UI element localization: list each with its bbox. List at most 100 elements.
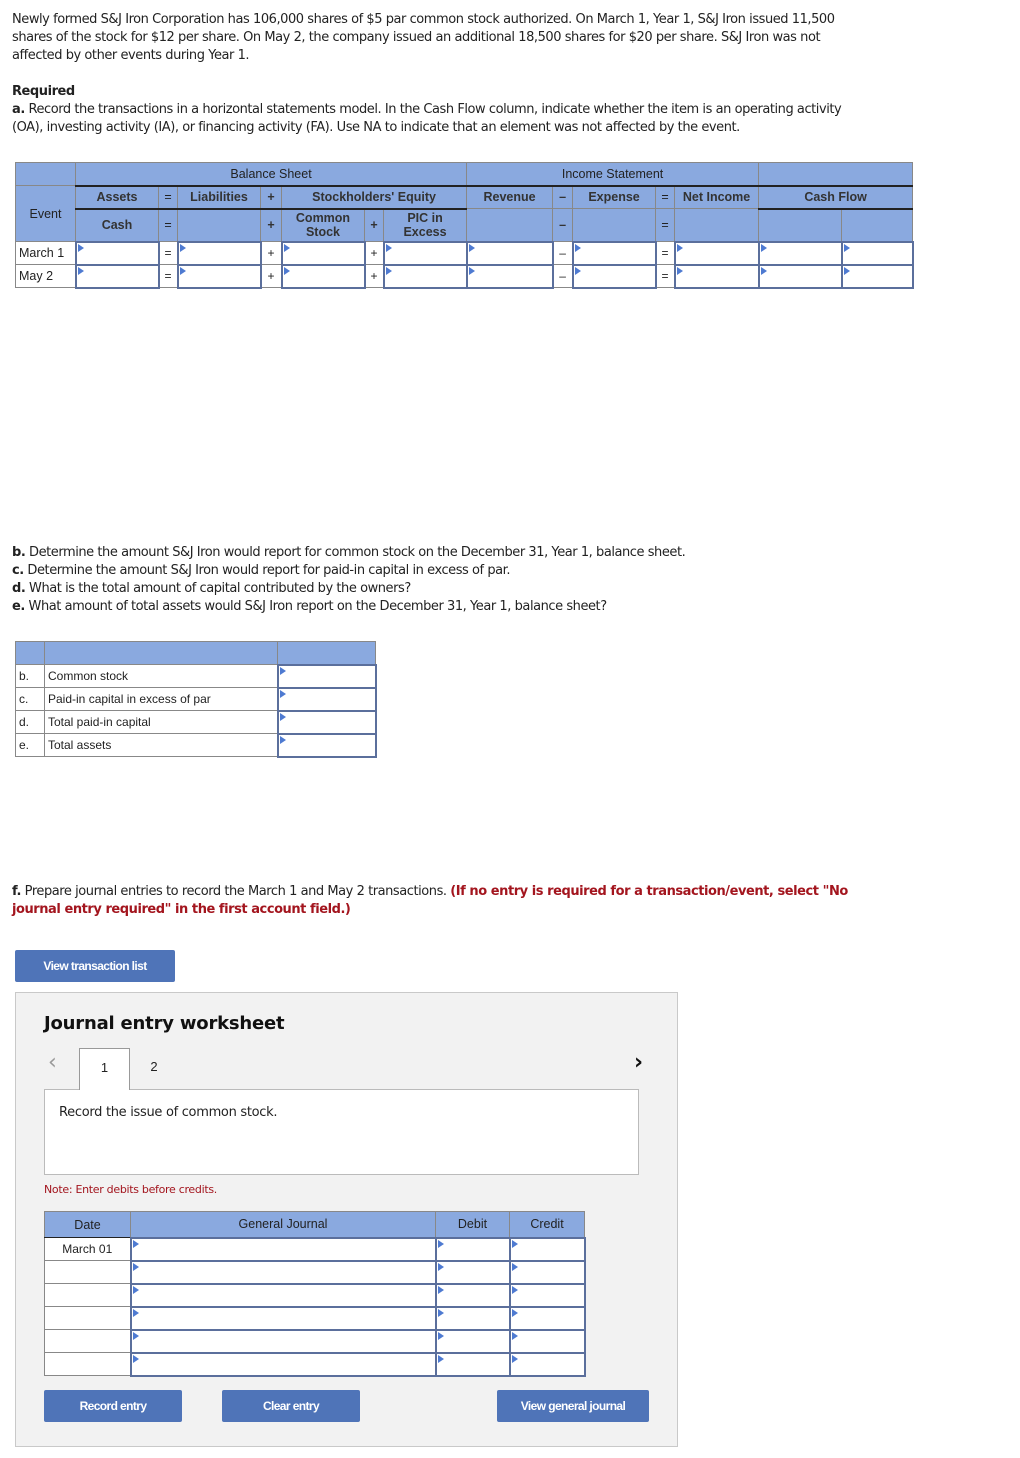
debit-field[interactable] bbox=[436, 1265, 509, 1279]
account-input[interactable] bbox=[129, 1236, 437, 1262]
net-income-field[interactable] bbox=[675, 269, 758, 283]
account-field[interactable] bbox=[131, 1357, 435, 1371]
revenue-input[interactable] bbox=[465, 240, 554, 266]
total-paid-in-capital-input[interactable] bbox=[276, 709, 377, 735]
expense-input[interactable] bbox=[571, 263, 657, 289]
total-paid-in-capital-field[interactable] bbox=[278, 715, 375, 729]
expense-field[interactable] bbox=[573, 246, 655, 260]
cash-input[interactable] bbox=[74, 263, 160, 289]
debit-input[interactable] bbox=[434, 1236, 511, 1262]
part-f-instruction-2: journal entry required" in the first acc… bbox=[12, 902, 351, 917]
account-input[interactable] bbox=[129, 1351, 437, 1377]
chevron-right-icon[interactable]: › bbox=[634, 1050, 643, 1075]
minus-sign: – bbox=[552, 264, 574, 288]
debit-input[interactable] bbox=[434, 1351, 511, 1377]
account-field[interactable] bbox=[131, 1242, 435, 1256]
liabilities-field[interactable] bbox=[178, 246, 260, 260]
cash-field[interactable] bbox=[76, 246, 158, 260]
cash-flow-activity-input[interactable] bbox=[840, 240, 914, 266]
debit-input[interactable] bbox=[434, 1282, 511, 1308]
liabilities-input[interactable] bbox=[176, 240, 262, 266]
account-field[interactable] bbox=[131, 1334, 435, 1348]
credit-input[interactable] bbox=[508, 1328, 586, 1354]
debit-input[interactable] bbox=[434, 1259, 511, 1285]
pic-in-excess-input[interactable] bbox=[382, 263, 468, 289]
clear-entry-button[interactable]: Clear entry bbox=[222, 1390, 360, 1422]
account-field[interactable] bbox=[131, 1288, 435, 1302]
credit-field[interactable] bbox=[510, 1288, 584, 1302]
pic-in-excess-input[interactable] bbox=[382, 240, 468, 266]
common-stock-field[interactable] bbox=[282, 246, 364, 260]
view-transaction-list-button[interactable]: View transaction list bbox=[15, 950, 175, 982]
view-general-journal-button[interactable]: View general journal bbox=[497, 1390, 649, 1422]
cash-field[interactable] bbox=[76, 269, 158, 283]
credit-input[interactable] bbox=[508, 1236, 586, 1262]
net-income-input[interactable] bbox=[673, 263, 760, 289]
record-entry-button[interactable]: Record entry bbox=[44, 1390, 182, 1422]
common-stock-answer-input[interactable] bbox=[276, 663, 377, 689]
cash-flow-activity-field[interactable] bbox=[842, 269, 912, 283]
chevron-left-icon[interactable]: ‹ bbox=[48, 1050, 57, 1075]
revenue-field[interactable] bbox=[467, 246, 552, 260]
expense-input[interactable] bbox=[571, 240, 657, 266]
debit-field[interactable] bbox=[436, 1357, 509, 1371]
journal-date: March 01 bbox=[44, 1237, 131, 1261]
cash-flow-amount-field[interactable] bbox=[759, 246, 841, 260]
cash-flow-amount-field[interactable] bbox=[759, 269, 841, 283]
cash-flow-activity-input[interactable] bbox=[840, 263, 914, 289]
credit-field[interactable] bbox=[510, 1334, 584, 1348]
liabilities-field[interactable] bbox=[178, 269, 260, 283]
liabilities-input[interactable] bbox=[176, 263, 262, 289]
expense-field[interactable] bbox=[573, 269, 655, 283]
account-input[interactable] bbox=[129, 1282, 437, 1308]
part-f-text: Prepare journal entries to record the Ma… bbox=[20, 884, 451, 899]
debit-field[interactable] bbox=[436, 1334, 509, 1348]
credit-field[interactable] bbox=[510, 1357, 584, 1371]
row-letter: e. bbox=[15, 733, 45, 757]
journal-row bbox=[44, 1305, 586, 1331]
account-input[interactable] bbox=[129, 1259, 437, 1285]
worksheet-tab-2[interactable]: 2 bbox=[130, 1048, 178, 1086]
plus-sign: + bbox=[364, 241, 384, 265]
cash-flow-amount-subheader bbox=[758, 207, 843, 242]
row-letter: c. bbox=[15, 687, 45, 711]
worksheet-tab-1[interactable]: 1 bbox=[79, 1048, 130, 1090]
common-stock-input[interactable] bbox=[280, 240, 366, 266]
account-input[interactable] bbox=[129, 1328, 437, 1354]
credit-input[interactable] bbox=[508, 1259, 586, 1285]
total-assets-input[interactable] bbox=[276, 732, 377, 758]
pic-in-excess-field[interactable] bbox=[384, 269, 466, 283]
credit-field[interactable] bbox=[510, 1311, 584, 1325]
debit-input[interactable] bbox=[434, 1305, 511, 1331]
account-input[interactable] bbox=[129, 1305, 437, 1331]
pic-excess-answer-field[interactable] bbox=[278, 692, 375, 706]
pic-in-excess-field[interactable] bbox=[384, 246, 466, 260]
pic-excess-answer-input[interactable] bbox=[276, 686, 377, 712]
common-stock-answer-field[interactable] bbox=[278, 669, 375, 683]
equals-sign: = bbox=[655, 208, 676, 242]
credit-input[interactable] bbox=[508, 1282, 586, 1308]
account-field[interactable] bbox=[131, 1311, 435, 1325]
cash-flow-activity-field[interactable] bbox=[842, 246, 912, 260]
cash-flow-amount-input[interactable] bbox=[757, 240, 843, 266]
credit-field[interactable] bbox=[510, 1265, 584, 1279]
revenue-input[interactable] bbox=[465, 263, 554, 289]
account-field[interactable] bbox=[131, 1265, 435, 1279]
cash-flow-amount-input[interactable] bbox=[757, 263, 843, 289]
minus-sign: – bbox=[552, 241, 574, 265]
common-stock-field[interactable] bbox=[282, 269, 364, 283]
net-income-input[interactable] bbox=[673, 240, 760, 266]
debit-input[interactable] bbox=[434, 1328, 511, 1354]
credit-input[interactable] bbox=[508, 1351, 586, 1377]
common-stock-input[interactable] bbox=[280, 263, 366, 289]
debit-field[interactable] bbox=[436, 1311, 509, 1325]
total-assets-field[interactable] bbox=[278, 738, 375, 752]
journal-date bbox=[44, 1352, 131, 1376]
debit-field[interactable] bbox=[436, 1288, 509, 1302]
credit-field[interactable] bbox=[510, 1242, 584, 1256]
net-income-field[interactable] bbox=[675, 246, 758, 260]
revenue-field[interactable] bbox=[467, 269, 552, 283]
debit-field[interactable] bbox=[436, 1242, 509, 1256]
credit-input[interactable] bbox=[508, 1305, 586, 1331]
cash-input[interactable] bbox=[74, 240, 160, 266]
